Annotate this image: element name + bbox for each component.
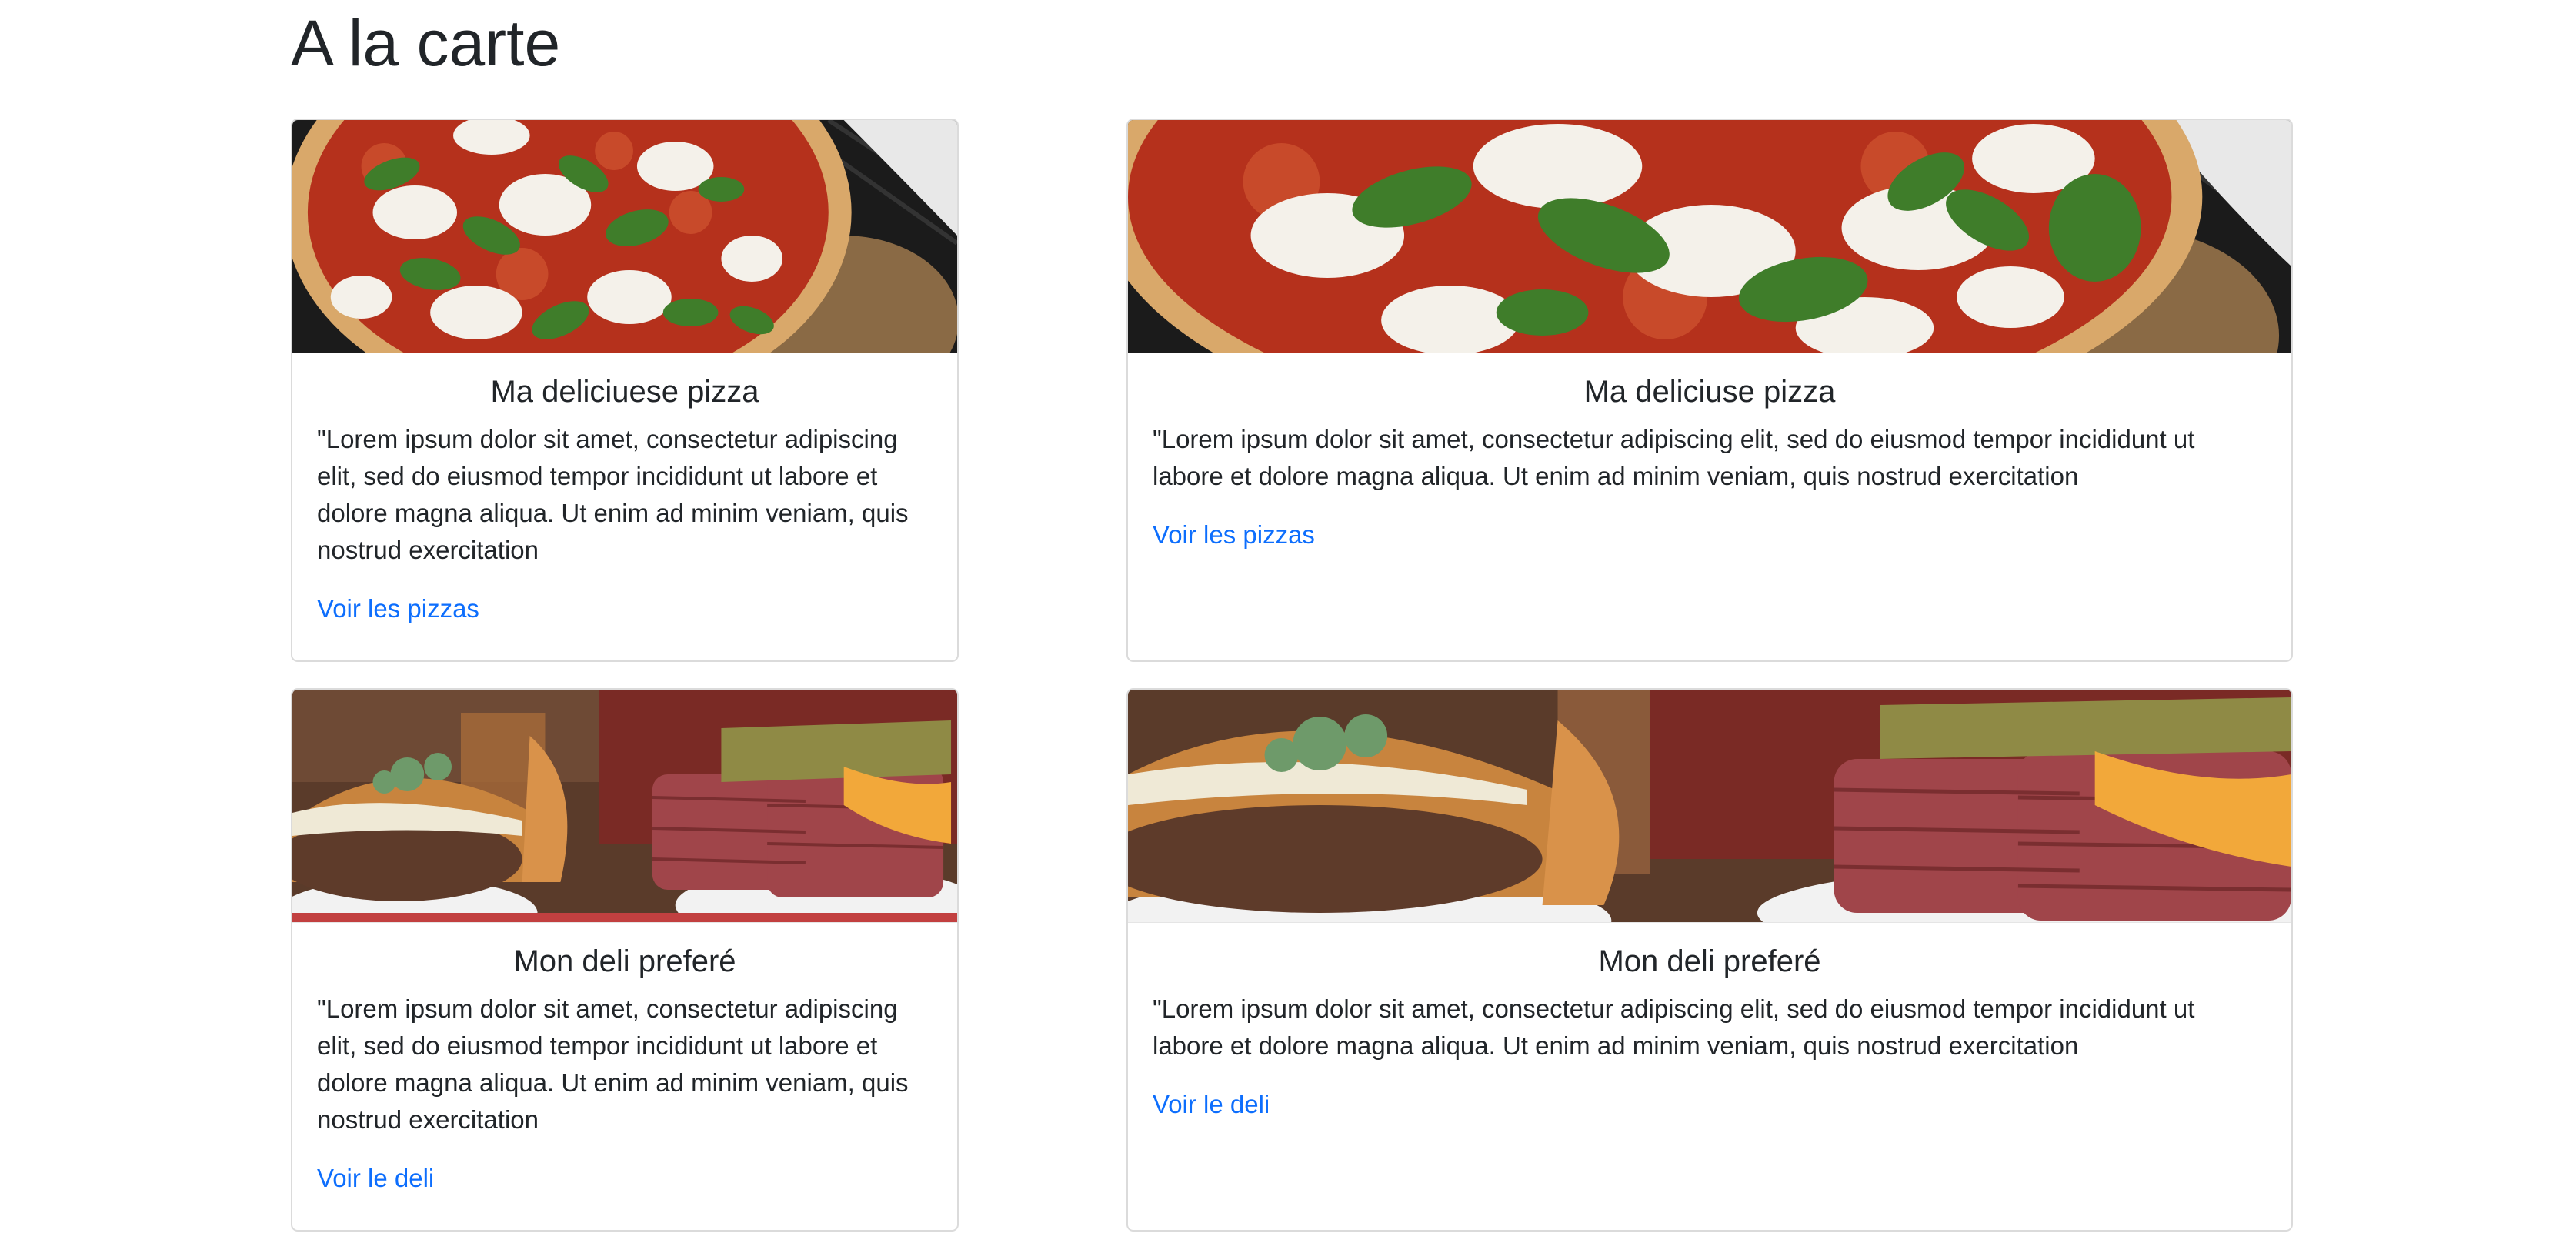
card-title: Ma deliciuese pizza [490, 375, 759, 409]
voir-les-pizzas-link[interactable]: Voir les pizzas [317, 590, 479, 627]
voir-les-pizzas-link[interactable]: Voir les pizzas [1153, 516, 1315, 553]
card-text: "Lorem ipsum dolor sit amet, consectetur… [1153, 425, 2195, 490]
card-body: Mon deli preferé "Lorem ipsum dolor sit … [292, 923, 957, 1197]
voir-le-deli-link[interactable]: Voir le deli [317, 1160, 434, 1197]
card-body: Mon deli preferé "Lorem ipsum dolor sit … [1128, 923, 2291, 1123]
card-deli-wide: Mon deli preferé "Lorem ipsum dolor sit … [1126, 688, 2293, 1232]
card-title: Ma deliciuse pizza [1583, 375, 1836, 409]
card-body: Ma deliciuse pizza "Lorem ipsum dolor si… [1128, 353, 2291, 553]
card-text: "Lorem ipsum dolor sit amet, consectetur… [1153, 994, 2195, 1060]
card-text: "Lorem ipsum dolor sit amet, consectetur… [317, 425, 909, 564]
burger-deli-image [292, 690, 957, 923]
page-title: A la carte [291, 7, 561, 79]
card-deli: Mon deli preferé "Lorem ipsum dolor sit … [291, 688, 959, 1232]
card-title: Mon deli preferé [513, 944, 736, 978]
page: A la carte Ma deliciuese pizza "Lorem ip… [0, 0, 2576, 1250]
card-text: "Lorem ipsum dolor sit amet, consectetur… [317, 994, 909, 1134]
card-pizza: Ma deliciuese pizza "Lorem ipsum dolor s… [291, 119, 959, 662]
card-pizza-wide: Ma deliciuse pizza "Lorem ipsum dolor si… [1126, 119, 2293, 662]
pizza-image [1128, 120, 2291, 353]
voir-le-deli-link[interactable]: Voir le deli [1153, 1086, 1270, 1123]
card-body: Ma deliciuese pizza "Lorem ipsum dolor s… [292, 353, 957, 627]
card-title: Mon deli preferé [1598, 944, 1821, 978]
burger-deli-image [1128, 690, 2291, 923]
pizza-image [292, 120, 957, 353]
